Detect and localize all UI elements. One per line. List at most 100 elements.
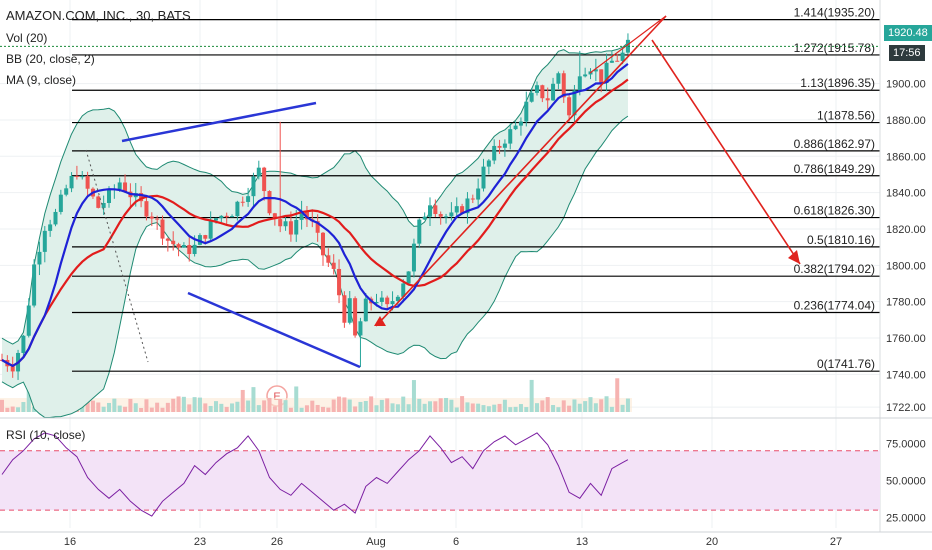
candle-body [321,232,325,256]
candle-body [187,245,192,255]
volume-bar [583,401,588,412]
volume-bar [604,396,609,412]
candle-body [406,271,411,284]
volume-bar [502,399,507,412]
candle-body [615,60,620,62]
time-tick-label: 23 [194,536,206,548]
candle-body [160,219,165,239]
candle-body [246,196,251,202]
candle-body [64,188,69,195]
candle-body [37,251,42,265]
candle-body [438,214,443,217]
volume-bar [513,406,518,412]
volume-bar [16,407,21,412]
volume-bar [262,400,267,412]
rsi-indicator-label[interactable]: RSI (10, close) [6,428,85,442]
volume-bar [139,407,144,412]
candle-body [74,175,79,177]
volume-bar [460,396,465,412]
volume-bar [5,407,10,412]
candle-body [577,76,582,91]
volume-bar [454,407,459,412]
volume-bar [449,399,454,412]
volume-bar [379,399,384,412]
volume-bar [149,407,154,412]
volume-bar [256,405,261,412]
candle-body [492,145,497,161]
volume-bar [187,404,192,412]
price-tick-label: 1880.00 [886,115,926,127]
time-tick-label: 13 [576,536,588,548]
candle-body [107,189,111,204]
candle-body [144,201,149,217]
candle-body [235,201,240,217]
volume-bar [476,403,481,412]
volume-bar [540,400,545,412]
candle-body [428,205,432,217]
volume-bar [369,396,374,412]
bb-indicator-label[interactable]: BB (20, close, 2) [6,52,95,66]
candle-body [347,298,352,323]
candle-body [53,211,58,225]
volume-bar [556,407,561,412]
volume-bar [299,407,304,412]
volume-bar [0,399,4,412]
volume-bar [385,398,390,412]
candle-body [486,160,491,167]
volume-bar [342,397,347,412]
volume-bar [401,396,406,412]
vol-indicator-label[interactable]: Vol (20) [6,31,47,45]
candle-body [556,73,561,84]
volume-bar [96,402,101,412]
fib-level-label: 0.382(1794.02) [794,262,875,276]
volume-bar [358,401,363,412]
candle-body [524,101,529,122]
price-tick-label: 1740.00 [886,369,926,381]
candle-body [262,167,267,192]
price-tick-label: 1722.00 [886,402,926,414]
volume-bar [465,402,470,412]
fib-level-label: 0.786(1849.29) [794,162,875,176]
volume-bar [492,404,497,412]
candle-body [481,166,486,189]
volume-bar [230,403,235,412]
candle-body [192,244,197,255]
candle-body [267,191,272,214]
volume-bar [326,407,331,412]
bollinger-band-fill [2,42,628,418]
candle-body [337,268,342,296]
volume-bar [10,406,15,412]
volume-bar [107,402,111,412]
volume-bar [101,406,106,412]
candle-body [545,98,550,101]
volume-bar [337,396,342,412]
candle-body [385,297,390,305]
volume-bar [176,396,181,412]
candle-body [21,335,26,353]
candle-body [32,264,37,306]
time-tick-label: 16 [64,536,76,548]
symbol-title: AMAZON.COM, INC., 30, BATS [6,8,191,23]
ma-indicator-label[interactable]: MA (9, close) [6,73,76,87]
candle-body [219,215,224,219]
price-tick-label: 1780.00 [886,297,926,309]
support-trendline [375,15,667,327]
candle-body [85,176,90,189]
volume-bar [620,404,625,412]
volume-bar [411,380,416,412]
volume-bar [214,401,218,412]
candle-body [518,121,523,126]
candle-body [117,182,122,190]
time-tick-label: 6 [453,536,459,548]
candle-body [203,235,208,239]
volume-bar [567,405,572,412]
price-tick-label: 1860.00 [886,151,926,163]
volume-bar [278,399,283,412]
fib-level-label: 0.886(1862.97) [794,137,875,151]
candle-body [444,216,449,218]
price-chart[interactable]: E 0(1741.76)0.236(1774.04)0.382(1794.02)… [0,0,932,550]
candle-body [283,221,288,227]
volume-bar [181,396,186,412]
candle-body [214,218,218,221]
rsi-tick-label: 25.0000 [886,513,926,525]
